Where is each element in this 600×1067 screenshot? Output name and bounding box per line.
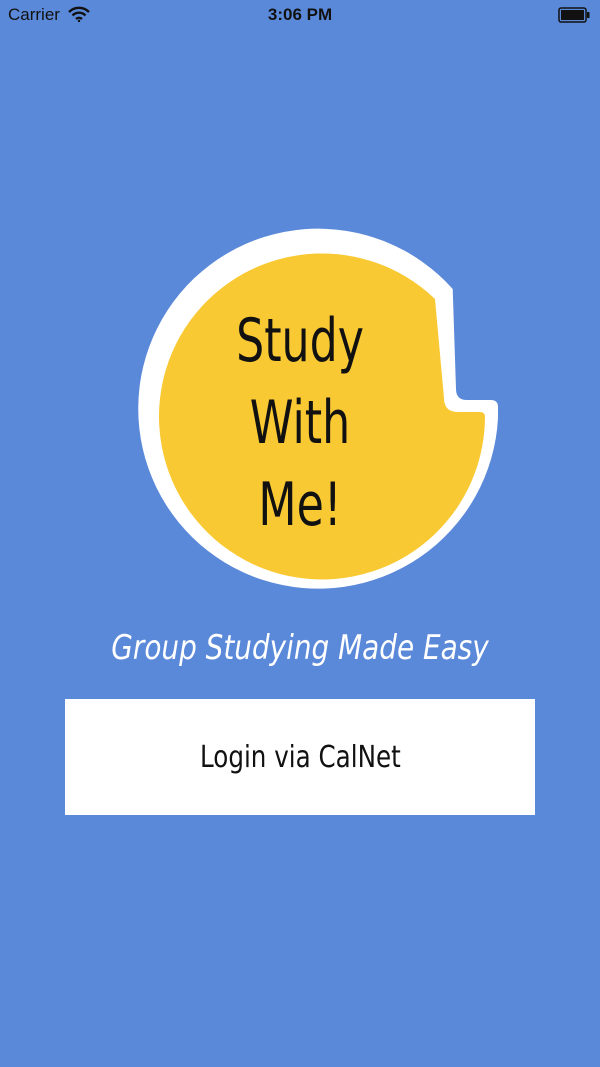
logo-text: Study With Me! bbox=[148, 300, 451, 546]
status-bar: Carrier 3:06 PM bbox=[0, 0, 600, 32]
status-time: 3:06 PM bbox=[267, 5, 333, 24]
logo-line-study: Study bbox=[236, 306, 364, 376]
logo-line-with: With bbox=[249, 388, 351, 458]
login-button-label: Login via CalNet bbox=[199, 739, 401, 775]
battery-icon bbox=[558, 7, 590, 23]
tagline: Group Studying Made Easy bbox=[111, 628, 489, 668]
logo-line-me: Me! bbox=[258, 470, 342, 540]
login-calnet-button[interactable]: Login via CalNet bbox=[65, 699, 535, 815]
